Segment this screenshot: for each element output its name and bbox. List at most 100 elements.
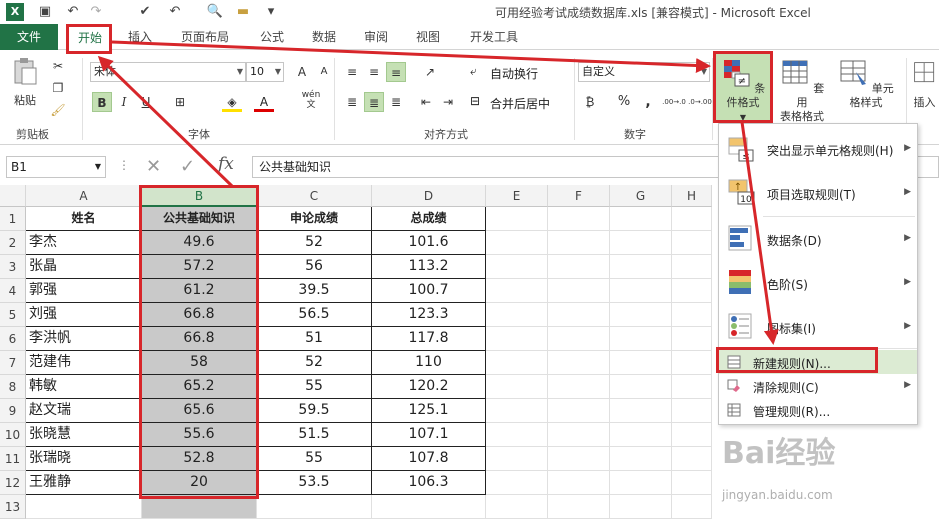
table-cell[interactable]: 58 xyxy=(142,351,257,375)
table-cell[interactable]: 52 xyxy=(257,231,372,255)
table-cell[interactable]: 张瑞晓 xyxy=(26,447,142,471)
empty-cell[interactable] xyxy=(610,447,672,471)
column-header-g[interactable]: G xyxy=(610,185,672,207)
empty-cell[interactable] xyxy=(486,399,548,423)
table-cell[interactable]: 李洪帆 xyxy=(26,327,142,351)
column-header-f[interactable]: F xyxy=(548,185,610,207)
empty-cell[interactable] xyxy=(548,255,610,279)
cell-styles-button[interactable]: 单元格样式 xyxy=(834,58,898,110)
row-header-6[interactable]: 6 xyxy=(0,327,26,351)
table-cell[interactable]: 57.2 xyxy=(142,255,257,279)
row-header-9[interactable]: 9 xyxy=(0,399,26,423)
menu-item-new-rule[interactable]: 新建规则(N)... xyxy=(719,350,917,374)
table-cell[interactable]: 赵文瑞 xyxy=(26,399,142,423)
save-icon[interactable]: ▣ xyxy=(36,3,54,21)
table-cell[interactable]: 郭强 xyxy=(26,279,142,303)
align-middle-icon[interactable]: ≡ xyxy=(364,62,384,82)
tab-developer[interactable]: 开发工具 xyxy=(462,24,526,50)
table-cell[interactable]: 20 xyxy=(142,471,257,495)
empty-cell[interactable] xyxy=(610,327,672,351)
table-cell[interactable]: 65.2 xyxy=(142,375,257,399)
row-header-11[interactable]: 11 xyxy=(0,447,26,471)
menu-item-data-bars[interactable]: 数据条(D) ▶ xyxy=(719,218,917,262)
empty-cell[interactable] xyxy=(672,447,712,471)
empty-cell[interactable] xyxy=(257,495,372,519)
number-format-combo[interactable]: 自定义 ▼ xyxy=(578,62,710,82)
table-cell[interactable]: 66.8 xyxy=(142,327,257,351)
row-header-7[interactable]: 7 xyxy=(0,351,26,375)
empty-cell[interactable] xyxy=(672,399,712,423)
table-cell[interactable]: 张晓慧 xyxy=(26,423,142,447)
empty-cell[interactable] xyxy=(548,375,610,399)
row-header-2[interactable]: 2 xyxy=(0,231,26,255)
table-cell[interactable]: 107.1 xyxy=(372,423,486,447)
empty-cell[interactable] xyxy=(486,255,548,279)
cut-icon[interactable]: ✂ xyxy=(48,56,68,76)
empty-cell[interactable] xyxy=(486,423,548,447)
table-cell[interactable]: 66.8 xyxy=(142,303,257,327)
empty-cell[interactable] xyxy=(672,255,712,279)
accounting-format-icon[interactable]: ₿ xyxy=(580,92,600,112)
merge-center-button[interactable]: ⊟ 合并后居中 xyxy=(470,92,570,112)
empty-cell[interactable] xyxy=(610,375,672,399)
table-cell[interactable]: 51 xyxy=(257,327,372,351)
empty-cell[interactable] xyxy=(548,471,610,495)
tab-review[interactable]: 审阅 xyxy=(356,24,396,50)
empty-cell[interactable] xyxy=(610,471,672,495)
tab-file[interactable]: 文件 xyxy=(0,24,58,50)
empty-cell[interactable] xyxy=(610,231,672,255)
table-cell[interactable]: 李杰 xyxy=(26,231,142,255)
name-box[interactable]: B1 ▼ xyxy=(6,156,106,178)
phonetic-button[interactable]: wén 文 xyxy=(298,90,324,110)
table-cell[interactable]: 55.6 xyxy=(142,423,257,447)
align-bottom-icon[interactable]: ≡ xyxy=(386,62,406,82)
menu-item-clear-rules[interactable]: 清除规则(C) ▶ xyxy=(719,374,917,398)
empty-cell[interactable] xyxy=(486,327,548,351)
row-header-12[interactable]: 12 xyxy=(0,471,26,495)
row-header-3[interactable]: 3 xyxy=(0,255,26,279)
align-top-icon[interactable]: ≡ xyxy=(342,62,362,82)
copy-icon[interactable]: ❐ xyxy=(48,78,68,98)
empty-cell[interactable] xyxy=(610,423,672,447)
column-header-d[interactable]: D xyxy=(372,185,486,207)
table-cell[interactable]: 王雅静 xyxy=(26,471,142,495)
empty-cell[interactable] xyxy=(610,255,672,279)
table-cell[interactable]: 65.6 xyxy=(142,399,257,423)
empty-cell[interactable] xyxy=(486,303,548,327)
select-all-corner[interactable] xyxy=(0,185,26,207)
menu-item-top-bottom-rules[interactable]: ↑ 10 项目选取规则(T) ▶ xyxy=(719,172,917,216)
tab-page-layout[interactable]: 页面布局 xyxy=(172,24,238,50)
menu-item-icon-sets[interactable]: 图标集(I) ▶ xyxy=(719,306,917,350)
font-color-icon[interactable]: A xyxy=(254,92,274,112)
table-cell[interactable]: 52.8 xyxy=(142,447,257,471)
align-left-icon[interactable]: ≣ xyxy=(342,92,362,112)
empty-cell[interactable] xyxy=(548,399,610,423)
empty-cell[interactable] xyxy=(486,447,548,471)
menu-item-highlight-rules[interactable]: ≤ 突出显示单元格规则(H) ▶ xyxy=(719,128,917,172)
font-size-combo[interactable]: 10 ▼ xyxy=(246,62,284,82)
row-header-10[interactable]: 10 xyxy=(0,423,26,447)
empty-cell[interactable] xyxy=(672,231,712,255)
column-header-c[interactable]: C xyxy=(257,185,372,207)
print-preview-icon[interactable]: 🔍 xyxy=(206,3,224,21)
menu-item-manage-rules[interactable]: 管理规则(R)... xyxy=(719,398,917,422)
empty-cell[interactable] xyxy=(548,327,610,351)
empty-cell[interactable] xyxy=(610,351,672,375)
fill-color-icon[interactable]: ◈ xyxy=(222,92,242,112)
decrease-decimal-button[interactable]: .0→.00 xyxy=(688,92,712,112)
empty-cell[interactable] xyxy=(548,495,610,519)
bold-button[interactable]: B xyxy=(92,92,112,112)
insert-function-button[interactable]: fx xyxy=(218,154,234,174)
table-cell[interactable]: 51.5 xyxy=(257,423,372,447)
row-header-1[interactable]: 1 xyxy=(0,207,26,231)
enter-icon[interactable]: ✓ xyxy=(180,156,195,177)
menu-item-color-scales[interactable]: 色阶(S) ▶ xyxy=(719,262,917,306)
conditional-formatting-button[interactable]: ≠ 条件格式 ▼ xyxy=(716,54,770,122)
table-cell[interactable]: 范建伟 xyxy=(26,351,142,375)
empty-cell[interactable] xyxy=(672,303,712,327)
empty-cell[interactable] xyxy=(672,279,712,303)
empty-cell[interactable] xyxy=(548,447,610,471)
table-cell[interactable]: 61.2 xyxy=(142,279,257,303)
column-header-a[interactable]: A xyxy=(26,185,142,207)
empty-cell[interactable] xyxy=(486,471,548,495)
